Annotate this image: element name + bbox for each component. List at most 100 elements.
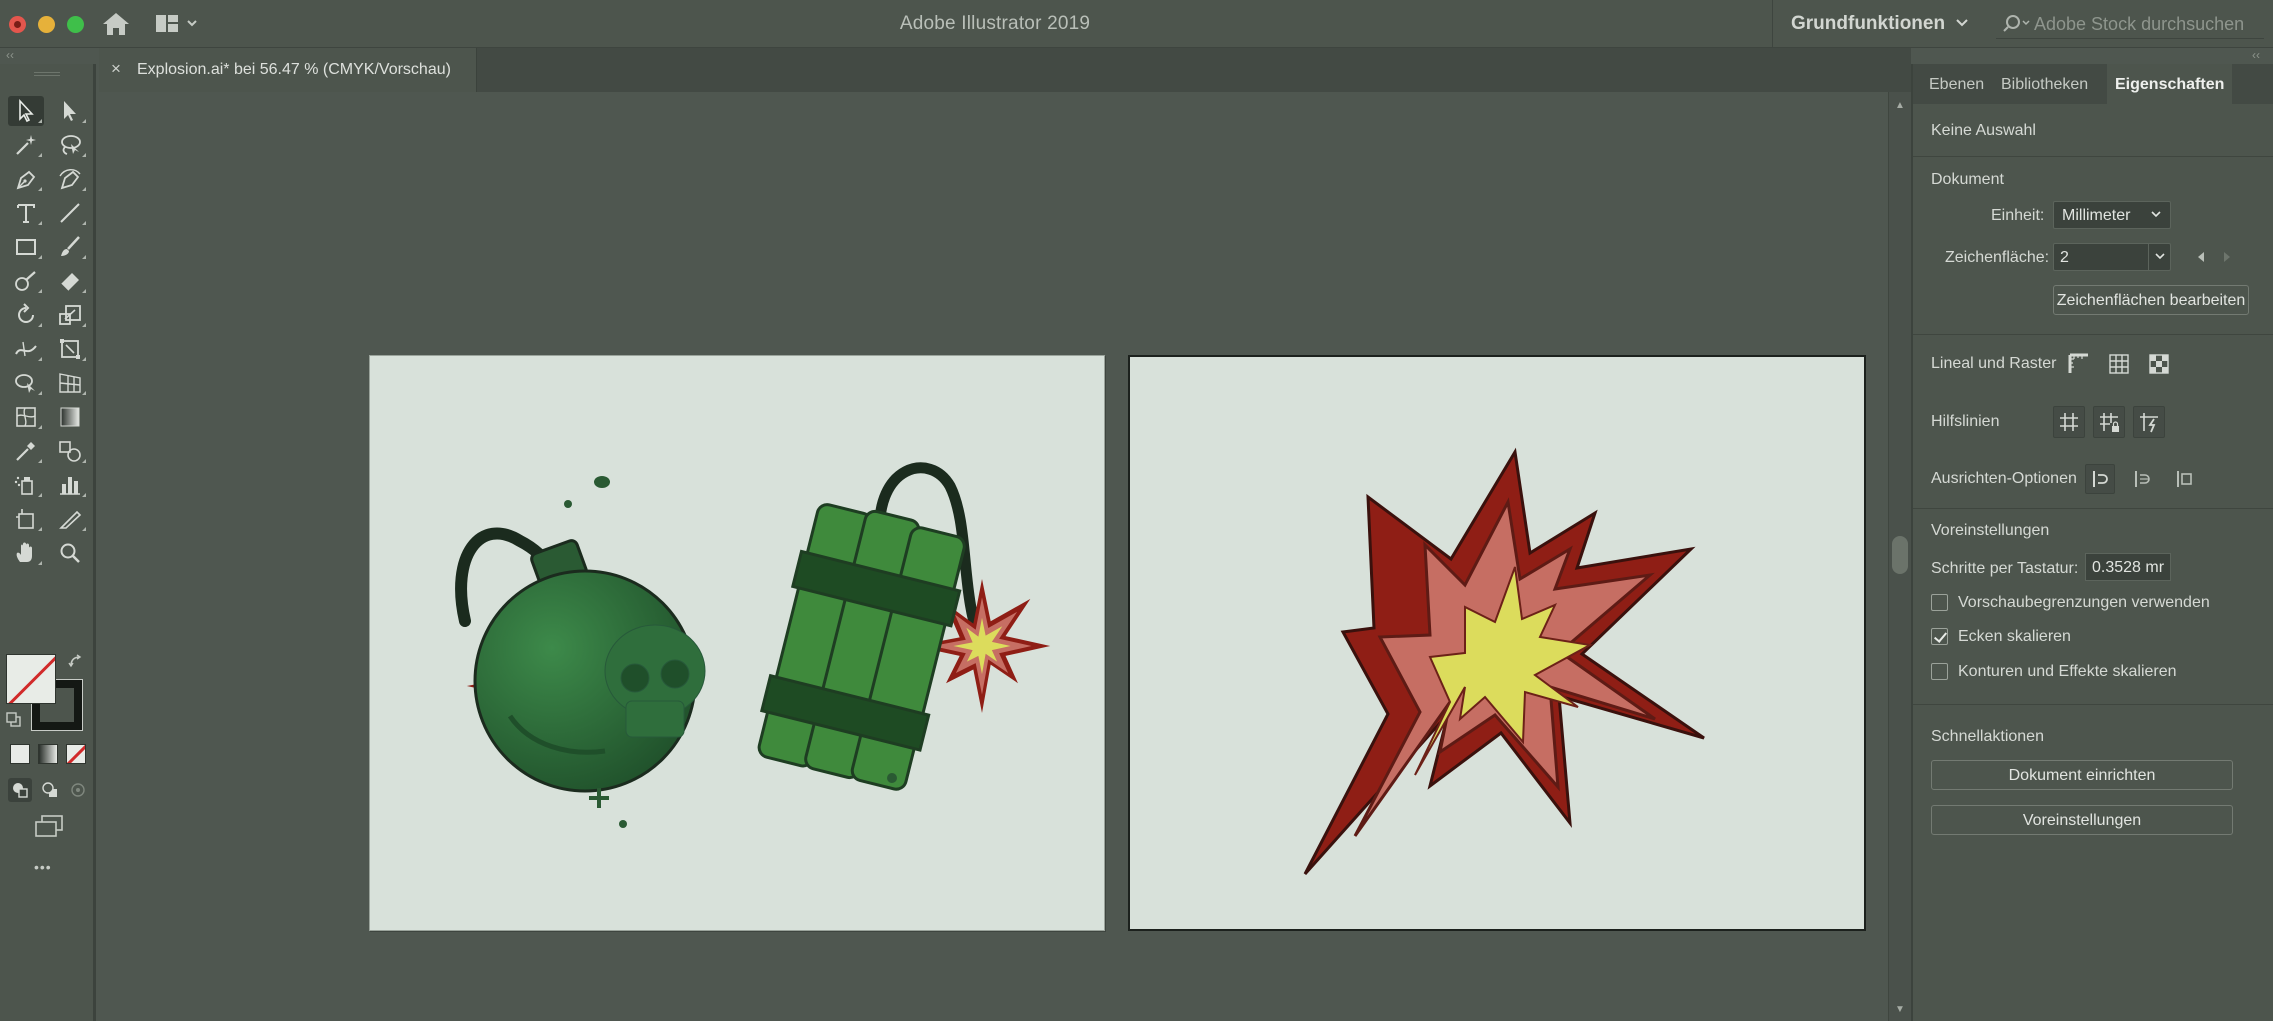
transparency-grid-icon (2149, 354, 2169, 374)
column-graph-tool[interactable] (52, 470, 88, 500)
change-screen-mode-button[interactable] (32, 814, 66, 840)
keyboard-increment-input[interactable]: 0.3528 mr (2085, 553, 2171, 581)
artboard-1[interactable] (369, 355, 1105, 931)
fill-swatch[interactable] (6, 654, 56, 704)
swap-fill-stroke-icon[interactable] (68, 654, 84, 670)
decoration-dot (564, 500, 572, 508)
blend-icon (59, 441, 81, 462)
draw-normal-icon (13, 783, 28, 798)
scale-strokes-effects-checkbox[interactable] (1931, 663, 1948, 680)
next-artboard-icon[interactable] (2221, 250, 2233, 264)
symbol-sprayer-tool[interactable] (8, 470, 44, 500)
tab-libraries[interactable]: Bibliotheken (2001, 64, 2088, 104)
selection-tool[interactable] (8, 96, 44, 126)
show-guides-button[interactable] (2053, 406, 2085, 438)
align-to-selection-button[interactable] (2085, 464, 2115, 494)
hand-tool[interactable] (8, 538, 44, 568)
type-tool[interactable] (8, 198, 44, 228)
preferences-button[interactable]: Voreinstellungen (1931, 805, 2233, 835)
mesh-tool[interactable] (8, 402, 44, 432)
edit-toolbar-more-icon[interactable]: ••• (34, 859, 52, 875)
draw-normal-button[interactable] (8, 778, 32, 802)
scroll-thumb[interactable] (1892, 536, 1908, 574)
default-fill-stroke-icon[interactable] (6, 712, 22, 728)
grid-icon (2109, 354, 2129, 374)
gradient-mode-button[interactable] (38, 744, 58, 764)
scroll-up-icon[interactable]: ▲ (1895, 100, 1905, 111)
align-to-artboard-button[interactable] (2169, 464, 2199, 494)
fill-stroke-control (6, 654, 86, 734)
magic-wand-icon (16, 135, 36, 155)
draw-behind-button[interactable] (38, 778, 62, 802)
line-segment-tool[interactable] (52, 198, 88, 228)
edit-artboards-button[interactable]: Zeichenflächen bearbeiten (2053, 285, 2249, 315)
rulers-button[interactable] (2063, 348, 2095, 380)
toolbar-grip[interactable] (34, 72, 60, 76)
magic-wand-tool[interactable] (8, 130, 44, 160)
gradient-icon (60, 407, 80, 427)
lock-guides-button[interactable] (2093, 406, 2125, 438)
paintbrush-tool[interactable] (52, 232, 88, 262)
stock-search-input[interactable] (2034, 12, 2254, 36)
scroll-down-icon[interactable]: ▼ (1895, 1004, 1905, 1015)
width-tool[interactable] (8, 334, 44, 364)
tab-layers[interactable]: Ebenen (1929, 64, 1984, 104)
ruler-icon (2068, 353, 2088, 373)
eraser-tool[interactable] (52, 266, 88, 296)
canvas[interactable] (99, 92, 1896, 1021)
free-transform-icon (60, 339, 80, 359)
shape-builder-tool[interactable] (8, 368, 44, 398)
blend-tool[interactable] (52, 436, 88, 466)
draw-inside-button[interactable] (66, 778, 90, 802)
divider (1913, 334, 2273, 335)
setup-document-button[interactable]: Dokument einrichten (1931, 760, 2233, 790)
grid-button[interactable] (2103, 348, 2135, 380)
direct-selection-arrow-icon (64, 101, 76, 121)
type-t-icon (17, 204, 35, 223)
pen-tool[interactable] (8, 164, 44, 194)
tab-properties[interactable]: Eigenschaften (2107, 64, 2233, 104)
divider (1913, 508, 2273, 509)
rectangle-icon (16, 239, 36, 255)
preferences-section-title: Voreinstellungen (1931, 522, 2050, 539)
keyboard-increment-label: Schritte per Tastatur: (1931, 560, 2079, 577)
stock-search[interactable] (1996, 9, 2264, 39)
gradient-tool[interactable] (52, 402, 88, 432)
artboard-2[interactable] (1128, 355, 1866, 931)
explosion-artwork[interactable] (1130, 357, 1864, 929)
free-transform-tool[interactable] (52, 334, 88, 364)
shaper-tool[interactable] (8, 266, 44, 296)
bomb-dynamite-artwork[interactable] (370, 356, 1106, 932)
scale-corners-checkbox[interactable] (1931, 628, 1948, 645)
collapse-toolbar-icon[interactable]: ‹‹ (6, 48, 14, 64)
document-section-title: Dokument (1931, 171, 2004, 188)
perspective-grid-tool[interactable] (52, 368, 88, 398)
curvature-tool[interactable] (52, 164, 88, 194)
rectangle-tool[interactable] (8, 232, 44, 262)
close-tab-icon[interactable]: × (111, 59, 121, 79)
workspace-switcher[interactable]: Grundfunktionen (1772, 0, 1972, 48)
smart-guides-button[interactable] (2133, 406, 2165, 438)
collapse-panels-icon[interactable]: ‹‹ (2252, 48, 2260, 64)
lasso-tool[interactable] (52, 130, 88, 160)
rotate-tool[interactable] (8, 300, 44, 330)
guides-icon (2060, 413, 2078, 431)
eyedropper-tool[interactable] (8, 436, 44, 466)
document-tab[interactable]: × Explosion.ai* bei 56.47 % (CMYK/Vorsch… (99, 48, 477, 92)
scale-tool[interactable] (52, 300, 88, 330)
direct-selection-tool[interactable] (52, 96, 88, 126)
unit-dropdown[interactable]: Millimeter (2053, 201, 2171, 229)
vertical-scrollbar[interactable]: ▲ ▼ (1888, 92, 1911, 1021)
none-mode-button[interactable] (66, 744, 86, 764)
previous-artboard-icon[interactable] (2195, 250, 2207, 264)
artboard-select[interactable]: 2 (2053, 243, 2171, 271)
slice-tool[interactable] (52, 504, 88, 534)
preview-bounds-checkbox[interactable] (1931, 594, 1948, 611)
zoom-tool[interactable] (52, 538, 88, 568)
transparency-grid-button[interactable] (2143, 348, 2175, 380)
search-icon (2003, 15, 2030, 32)
align-to-key-object-button[interactable] (2127, 464, 2157, 494)
perspective-grid-icon (59, 373, 81, 393)
artboard-tool[interactable] (8, 504, 44, 534)
color-mode-button[interactable] (10, 744, 30, 764)
